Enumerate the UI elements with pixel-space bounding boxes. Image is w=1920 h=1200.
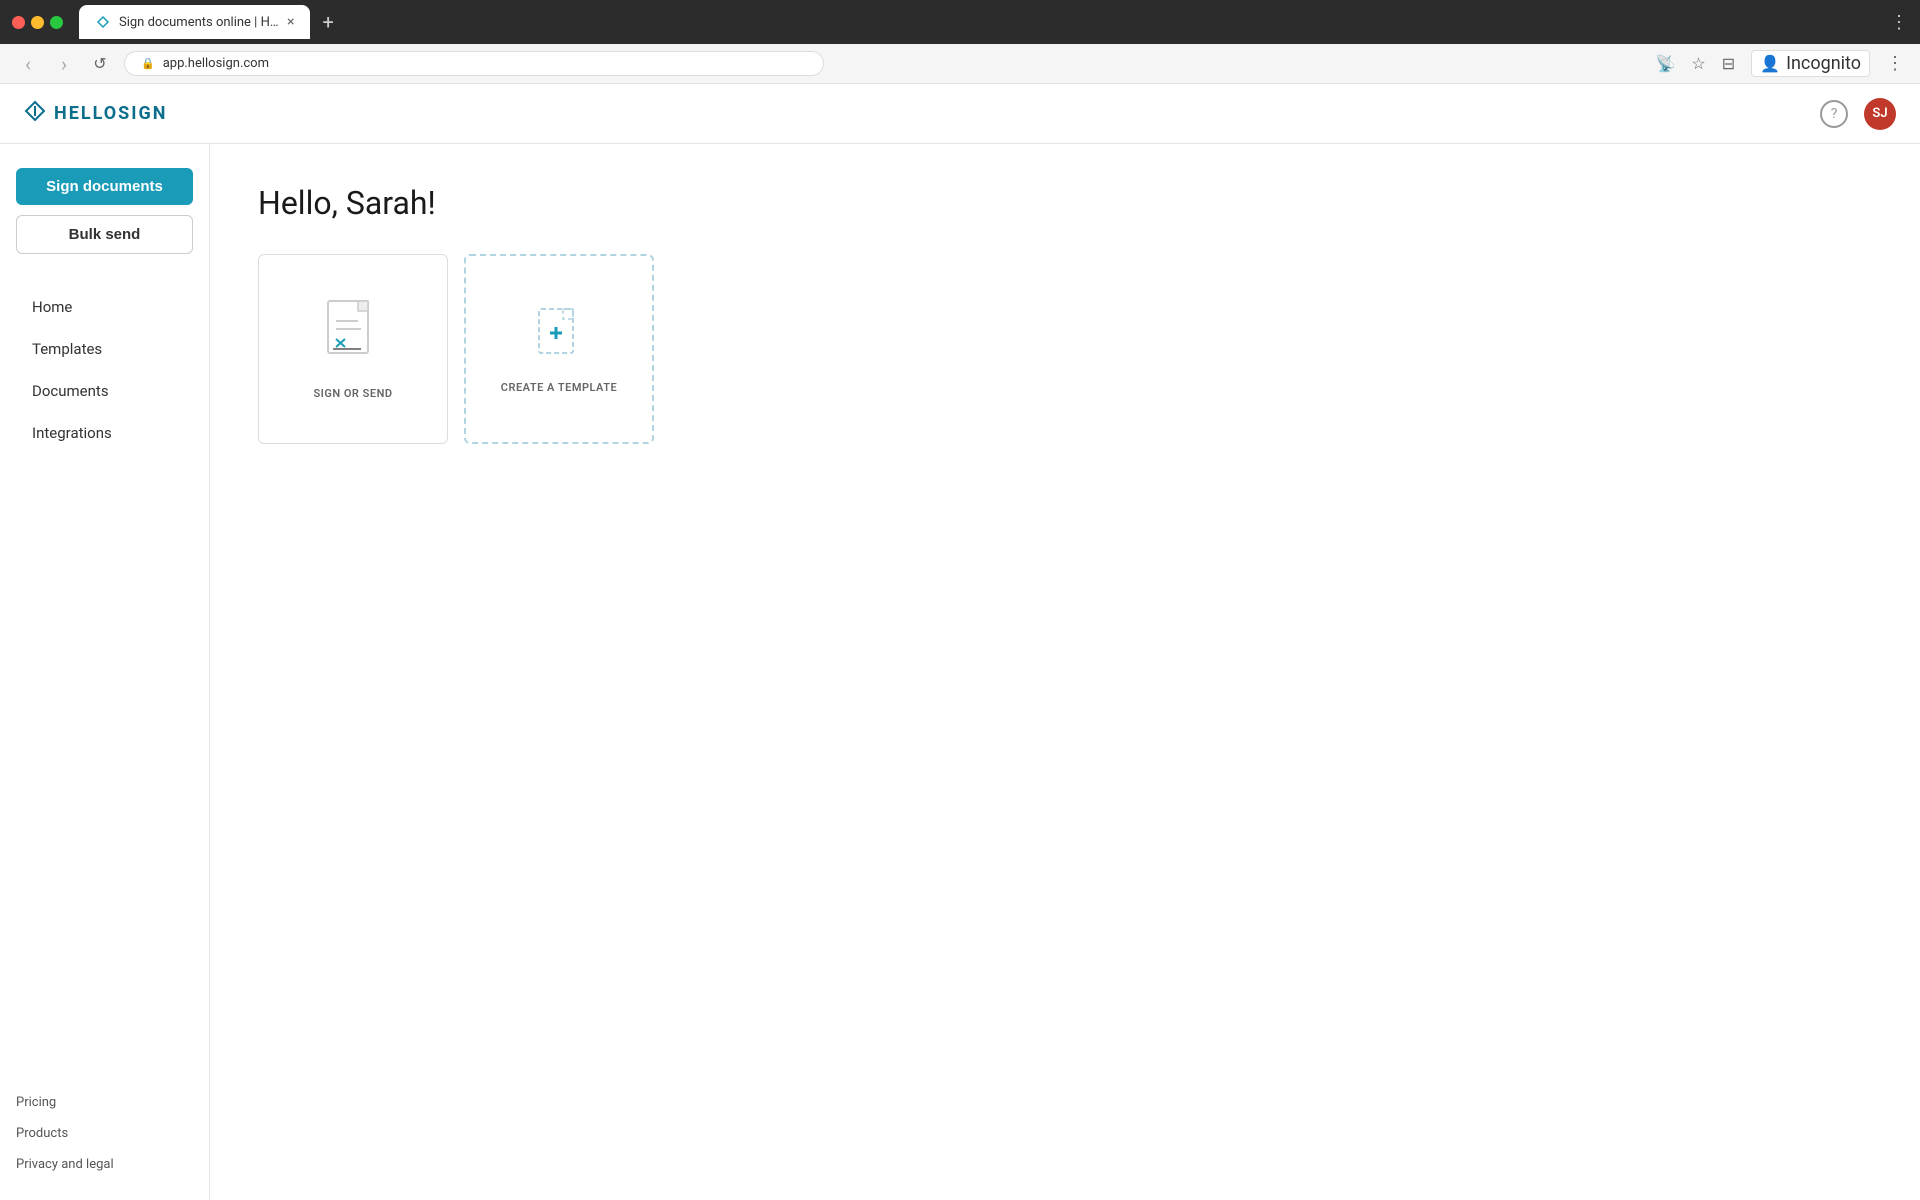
incognito-label: Incognito [1786, 53, 1861, 74]
app-container: HELLOSIGN ? SJ Sign documents Bulk send … [0, 84, 1920, 1200]
sign-or-send-label: SIGN OR SEND [313, 387, 392, 400]
browser-more-button[interactable]: ⋮ [1890, 12, 1908, 33]
sidebar-footer: Pricing Products Privacy and legal [16, 1091, 193, 1176]
main-content: Hello, Sarah! [210, 144, 1920, 1200]
privacy-link[interactable]: Privacy and legal [16, 1153, 193, 1176]
header-right: ? SJ [1820, 98, 1896, 130]
incognito-avatar-icon: 👤 [1760, 54, 1780, 73]
hellosign-logo-icon [24, 100, 46, 127]
window-controls [12, 16, 63, 29]
sidebar-item-documents[interactable]: Documents [16, 372, 193, 410]
lock-icon: 🔒 [141, 57, 155, 70]
help-button[interactable]: ? [1820, 100, 1848, 128]
products-link[interactable]: Products [16, 1122, 193, 1145]
address-actions: 📡 ☆ ⊟ 👤 Incognito ⋮ [1655, 50, 1904, 77]
create-template-label: CREATE A TEMPLATE [501, 381, 617, 394]
minimize-button[interactable] [31, 16, 44, 29]
back-button[interactable]: ‹ [16, 52, 40, 76]
app-header: HELLOSIGN ? SJ [0, 84, 1920, 144]
active-tab[interactable]: Sign documents online | Hello S × [79, 5, 310, 39]
bulk-send-button[interactable]: Bulk send [16, 215, 193, 254]
maximize-button[interactable] [50, 16, 63, 29]
tab-title: Sign documents online | Hello S [119, 15, 279, 30]
address-text: app.hellosign.com [163, 56, 269, 71]
browser-chrome: Sign documents online | Hello S × + ⋮ [0, 0, 1920, 44]
pricing-link[interactable]: Pricing [16, 1091, 193, 1114]
create-template-card[interactable]: CREATE A TEMPLATE [464, 254, 654, 444]
cast-icon[interactable]: 📡 [1655, 54, 1675, 73]
bookmark-icon[interactable]: ☆ [1691, 54, 1705, 73]
main-layout: Sign documents Bulk send Home Templates … [0, 144, 1920, 1200]
sign-documents-button[interactable]: Sign documents [16, 168, 193, 205]
page-title: Hello, Sarah! [258, 184, 1872, 222]
tab-favicon [95, 14, 111, 30]
sidebar-item-home[interactable]: Home [16, 288, 193, 326]
address-input[interactable]: 🔒 app.hellosign.com [124, 51, 824, 76]
close-button[interactable] [12, 16, 25, 29]
tab-close-button[interactable]: × [287, 14, 294, 30]
address-bar: ‹ › ↺ 🔒 app.hellosign.com 📡 ☆ ⊟ 👤 Incogn… [0, 44, 1920, 84]
cards-grid: SIGN OR SEND [258, 254, 1872, 444]
logo-text: HELLOSIGN [54, 103, 167, 124]
sidebar-nav: Home Templates Documents Integrations [16, 288, 193, 452]
forward-button[interactable]: › [52, 52, 76, 76]
sign-or-send-card[interactable]: SIGN OR SEND [258, 254, 448, 444]
avatar[interactable]: SJ [1864, 98, 1896, 130]
incognito-badge: 👤 Incognito [1751, 50, 1870, 77]
plus-icon [535, 305, 583, 365]
sidebar-item-templates[interactable]: Templates [16, 330, 193, 368]
sidebar-item-integrations[interactable]: Integrations [16, 414, 193, 452]
menu-icon[interactable]: ⋮ [1886, 53, 1904, 74]
logo[interactable]: HELLOSIGN [24, 100, 167, 127]
browser-tabs: Sign documents online | Hello S × + [79, 5, 342, 39]
split-view-icon[interactable]: ⊟ [1722, 54, 1735, 73]
new-tab-button[interactable]: + [314, 6, 341, 38]
refresh-button[interactable]: ↺ [88, 52, 112, 76]
document-icon [323, 299, 383, 371]
sidebar: Sign documents Bulk send Home Templates … [0, 144, 210, 1200]
